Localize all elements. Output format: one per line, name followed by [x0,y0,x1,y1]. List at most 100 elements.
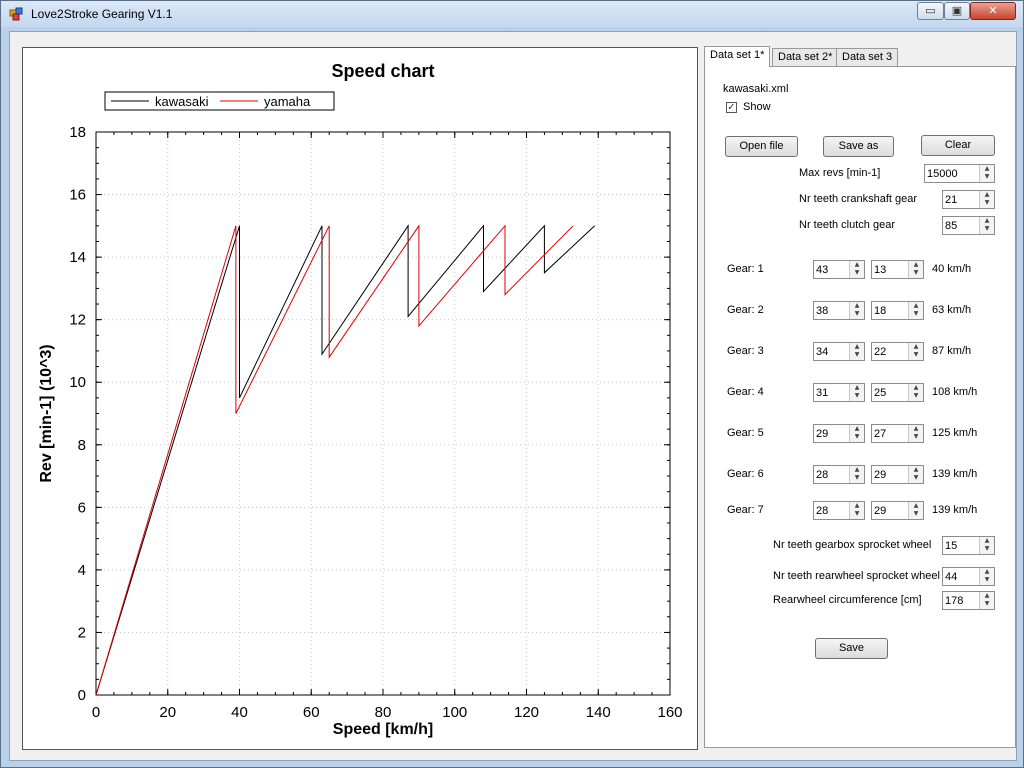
spin-down-icon[interactable]: ▼ [980,199,994,207]
spin-up-icon[interactable]: ▲ [850,261,864,269]
save-as-button[interactable]: Save as [823,136,894,157]
gear-2-secondary-spinner[interactable]: ▲▼ [871,301,924,320]
spin-down-icon[interactable]: ▼ [909,351,923,359]
crankshaft-input[interactable] [945,192,977,207]
gear-4-secondary-input[interactable] [874,385,906,400]
spin-up-icon[interactable]: ▲ [850,384,864,392]
spin-down-icon[interactable]: ▼ [909,474,923,482]
gear-3-secondary-spinner[interactable]: ▲▼ [871,342,924,361]
gear-7-secondary-spinner[interactable]: ▲▼ [871,501,924,520]
gear-6-secondary-spinner[interactable]: ▲▼ [871,465,924,484]
x-tick-label: 60 [303,704,320,721]
spin-up-icon[interactable]: ▲ [850,466,864,474]
gear-4-primary-input[interactable] [816,385,848,400]
circumference-input[interactable] [945,593,977,608]
gear-2-primary-input[interactable] [816,303,848,318]
gear-5-secondary-input[interactable] [874,426,906,441]
spin-down-icon[interactable]: ▼ [850,310,864,318]
spin-up-icon[interactable]: ▲ [909,384,923,392]
close-button[interactable]: ✕ [970,2,1016,20]
spin-down-icon[interactable]: ▼ [980,576,994,584]
spin-up-icon[interactable]: ▲ [980,537,994,545]
spin-down-icon[interactable]: ▼ [980,545,994,553]
rearwheel-sprocket-input[interactable] [945,569,977,584]
gear-5-primary-input[interactable] [816,426,848,441]
gear-3-primary-spinner[interactable]: ▲▼ [813,342,865,361]
gear-6-secondary-input[interactable] [874,467,906,482]
gear-4-primary-spinner[interactable]: ▲▼ [813,383,865,402]
spin-down-icon[interactable]: ▼ [980,225,994,233]
spin-up-icon[interactable]: ▲ [980,568,994,576]
circumference-spinner[interactable]: ▲▼ [942,591,995,610]
spin-up-icon[interactable]: ▲ [980,191,994,199]
crankshaft-label: Nr teeth crankshaft gear [799,193,918,205]
gear-1-secondary-spinner[interactable]: ▲▼ [871,260,924,279]
spin-up-icon[interactable]: ▲ [980,217,994,225]
spin-down-icon[interactable]: ▼ [909,433,923,441]
gear-2-primary-spinner[interactable]: ▲▼ [813,301,865,320]
spin-up-icon[interactable]: ▲ [850,302,864,310]
x-axis-label: Speed [km/h] [333,721,433,738]
gear-1-secondary-input[interactable] [874,262,906,277]
spin-down-icon[interactable]: ▼ [850,433,864,441]
gearbox-sprocket-input[interactable] [945,538,977,553]
crankshaft-spinner[interactable]: ▲▼ [942,190,995,209]
spin-down-icon[interactable]: ▼ [850,392,864,400]
spin-down-icon[interactable]: ▼ [850,269,864,277]
spin-up-icon[interactable]: ▲ [850,502,864,510]
y-tick-label: 0 [78,687,86,704]
save-button[interactable]: Save [815,638,888,659]
gear-4-secondary-spinner[interactable]: ▲▼ [871,383,924,402]
spin-up-icon[interactable]: ▲ [980,592,994,600]
spin-up-icon[interactable]: ▲ [909,343,923,351]
spin-down-icon[interactable]: ▼ [909,510,923,518]
gear-7-primary-input[interactable] [816,503,848,518]
tab-data-set-2[interactable]: Data set 2* [772,48,839,66]
open-file-button[interactable]: Open file [725,136,798,157]
gear-7-primary-spinner[interactable]: ▲▼ [813,501,865,520]
minimize-button[interactable]: ▭ [917,2,944,20]
spin-up-icon[interactable]: ▲ [850,343,864,351]
spin-down-icon[interactable]: ▼ [850,510,864,518]
spin-up-icon[interactable]: ▲ [909,502,923,510]
gear-7-secondary-input[interactable] [874,503,906,518]
gear-6-primary-input[interactable] [816,467,848,482]
gear-3-secondary-input[interactable] [874,344,906,359]
tab-data-set-3[interactable]: Data set 3 [836,48,899,66]
spin-down-icon[interactable]: ▼ [909,392,923,400]
rearwheel-sprocket-spinner[interactable]: ▲▼ [942,567,995,586]
gear-6-primary-spinner[interactable]: ▲▼ [813,465,865,484]
clutch-input[interactable] [945,218,977,233]
spin-up-icon[interactable]: ▲ [980,165,994,173]
gear-5-secondary-spinner[interactable]: ▲▼ [871,424,924,443]
gear-3-primary-input[interactable] [816,344,848,359]
spin-down-icon[interactable]: ▼ [850,474,864,482]
gear-2-secondary-input[interactable] [874,303,906,318]
tab-data-set-1[interactable]: Data set 1* [704,46,771,67]
spin-down-icon[interactable]: ▼ [909,269,923,277]
spin-up-icon[interactable]: ▲ [909,466,923,474]
gear-1-primary-input[interactable] [816,262,848,277]
spin-up-icon[interactable]: ▲ [909,302,923,310]
title-bar[interactable]: Love2Stroke Gearing V1.1 ▭ ▣ ✕ [1,1,1023,27]
spin-up-icon[interactable]: ▲ [850,425,864,433]
clear-button[interactable]: Clear [921,135,995,156]
show-checkbox[interactable]: ✓ [726,102,737,113]
gear-5-primary-spinner[interactable]: ▲▼ [813,424,865,443]
show-label: Show [743,101,771,113]
spin-down-icon[interactable]: ▼ [909,310,923,318]
clutch-spinner[interactable]: ▲▼ [942,216,995,235]
max-revs-spinner[interactable]: ▲▼ [924,164,995,183]
chart-svg: 0 20 40 60 80 100 120 140 160 0 2 4 6 8 10 12 14 16 18 Spee… [38,61,683,738]
max-revs-input[interactable] [927,166,977,181]
spin-down-icon[interactable]: ▼ [980,600,994,608]
spin-down-icon[interactable]: ▼ [850,351,864,359]
spin-up-icon[interactable]: ▲ [909,425,923,433]
spin-up-icon[interactable]: ▲ [909,261,923,269]
gear-1-primary-spinner[interactable]: ▲▼ [813,260,865,279]
client-area: 0 20 40 60 80 100 120 140 160 0 2 4 6 8 10 12 14 16 18 Spee… [9,31,1017,761]
maximize-button[interactable]: ▣ [944,2,970,20]
y-tick-label: 12 [69,312,86,329]
spin-down-icon[interactable]: ▼ [980,173,994,181]
gearbox-sprocket-spinner[interactable]: ▲▼ [942,536,995,555]
